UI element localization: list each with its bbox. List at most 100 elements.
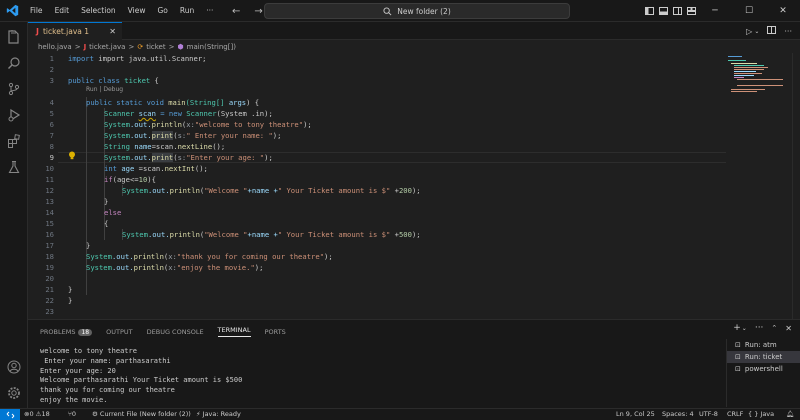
cursor-position[interactable]: Ln 9, Col 25 xyxy=(616,409,655,420)
forward-arrow-icon[interactable]: → xyxy=(254,6,262,17)
code-token: print xyxy=(151,131,174,140)
code-editor[interactable]: 1 import import java.util.Scanner; 2 3 pub… xyxy=(28,53,726,319)
code-token: .out. xyxy=(147,230,170,239)
tab-problems[interactable]: PROBLEMS 18 xyxy=(40,328,93,336)
indentation-status[interactable]: Spaces: 4 xyxy=(662,409,694,420)
new-terminal-plus-icon[interactable]: + xyxy=(733,323,741,333)
debug-icon: ⚙ xyxy=(92,410,98,418)
code-line: int age =scan.nextInt(); xyxy=(104,163,208,174)
toggle-secondary-sidebar-icon[interactable] xyxy=(670,0,684,22)
close-window-button[interactable]: ✕ xyxy=(766,0,800,22)
line-number: 21 xyxy=(45,285,54,294)
notifications-bell-icon[interactable]: 🔔︎ xyxy=(786,409,794,420)
source-control-icon[interactable] xyxy=(0,76,28,102)
terminal-dropdown-icon[interactable]: ⌄ xyxy=(742,325,747,332)
code-line: String name=scan.nextLine(); xyxy=(104,141,225,152)
terminal-item-powershell[interactable]: ⊡ powershell xyxy=(727,363,800,375)
terminal-output[interactable]: welcome to tony theatre Enter your name:… xyxy=(40,347,242,406)
toggle-panel-icon[interactable] xyxy=(656,0,670,22)
search-icon[interactable] xyxy=(0,50,28,76)
maximize-panel-icon[interactable]: ⌃ xyxy=(771,324,777,332)
menu-selection[interactable]: Selection xyxy=(75,0,122,22)
menu-run[interactable]: Run xyxy=(174,0,200,22)
java-status[interactable]: ⚡ Java: Ready xyxy=(196,409,241,420)
line-number: 18 xyxy=(45,252,54,261)
code-token: (); xyxy=(212,142,226,151)
tab-output[interactable]: OUTPUT xyxy=(106,328,133,336)
code-line: Scanner scan = new Scanner(System .in); xyxy=(104,108,273,119)
menu-file[interactable]: File xyxy=(24,0,49,22)
code-line: System.out.println(x:"welcome to tony th… xyxy=(104,119,312,130)
code-line: } xyxy=(68,285,73,294)
code-line: { xyxy=(104,219,109,228)
line-number: 1 xyxy=(49,54,54,63)
minimize-button[interactable]: ─ xyxy=(698,0,732,22)
run-dropdown-icon[interactable]: ⌄ xyxy=(754,28,759,35)
terminal-item-run-ticket[interactable]: ⊡ Run: ticket xyxy=(727,351,800,363)
java-status-label: Java: Ready xyxy=(202,410,241,418)
ports-status[interactable]: ⑂0 xyxy=(68,409,76,420)
explorer-icon[interactable] xyxy=(0,24,28,50)
customize-layout-icon[interactable] xyxy=(684,0,698,22)
run-java-icon[interactable]: ▷ xyxy=(746,27,752,36)
toggle-primary-sidebar-icon[interactable] xyxy=(642,0,656,22)
encoding-status[interactable]: UTF-8 xyxy=(699,409,718,420)
run-config-status[interactable]: ⚙ Current File (New folder (2)) xyxy=(92,409,191,420)
code-token: nextInt xyxy=(164,164,195,173)
breadcrumb-separator: > xyxy=(168,42,175,51)
terminal-item-run-atm[interactable]: ⊡ Run: atm xyxy=(727,339,800,351)
terminal-item-label: powershell xyxy=(744,365,783,373)
code-token: " Your Ticket amount is $" xyxy=(277,186,391,195)
run-config-label: Current File (New folder (2)) xyxy=(99,410,191,418)
maximize-button[interactable]: ☐ xyxy=(732,0,766,22)
line-number: 4 xyxy=(49,98,54,107)
language-mode[interactable]: { } Java xyxy=(748,409,774,420)
tab-terminal[interactable]: TERMINAL xyxy=(217,326,251,337)
terminal-icon: ⊡ xyxy=(735,365,741,373)
code-token: .out. xyxy=(111,263,134,272)
account-icon[interactable] xyxy=(0,354,28,380)
import-text: import java.util.Scanner; xyxy=(98,54,207,63)
extensions-icon[interactable] xyxy=(0,128,28,154)
minimap[interactable] xyxy=(726,53,792,319)
code-token: ticket xyxy=(124,76,151,85)
menu-bar: File Edit Selection View Go Run ··· xyxy=(24,0,219,22)
code-token: x: xyxy=(186,120,195,129)
menu-more[interactable]: ··· xyxy=(200,0,219,22)
code-token: +name + xyxy=(247,230,278,239)
code-token: Scanner xyxy=(186,109,217,118)
editor-scrollbar[interactable] xyxy=(792,53,800,319)
menu-edit[interactable]: Edit xyxy=(49,0,76,22)
run-debug-icon[interactable] xyxy=(0,102,28,128)
menu-view[interactable]: View xyxy=(122,0,152,22)
tab-ports[interactable]: PORTS xyxy=(265,328,286,336)
breadcrumb-hello-java[interactable]: hello.java xyxy=(38,43,72,51)
split-editor-icon[interactable] xyxy=(767,26,777,36)
more-actions-icon[interactable]: ··· xyxy=(755,323,764,333)
back-arrow-icon[interactable]: ← xyxy=(232,6,240,17)
remote-indicator-icon[interactable] xyxy=(0,409,20,420)
breadcrumb-class[interactable]: ticket xyxy=(146,43,165,51)
code-token: "Enter your age: " xyxy=(186,153,265,162)
menu-go[interactable]: Go xyxy=(151,0,173,22)
error-count: 0 xyxy=(29,410,34,418)
settings-gear-icon[interactable] xyxy=(0,380,28,406)
code-token: Scanner xyxy=(104,109,135,118)
run-debug-codelens[interactable]: Run | Debug xyxy=(86,86,123,93)
breadcrumb-ticket-java[interactable]: ticket.java xyxy=(89,43,125,51)
more-actions-icon[interactable]: ··· xyxy=(784,27,792,36)
problems-status[interactable]: ⊗0 ⚠18 xyxy=(24,409,50,420)
code-token: =scan. xyxy=(134,164,165,173)
close-tab-icon[interactable]: ✕ xyxy=(109,27,116,36)
code-token: ); xyxy=(264,153,273,162)
command-center[interactable]: New folder (2) xyxy=(264,3,570,19)
code-token: public static void xyxy=(86,98,164,107)
tab-debug-console[interactable]: DEBUG CONSOLE xyxy=(147,328,204,336)
close-panel-icon[interactable]: ✕ xyxy=(785,324,792,333)
eol-status[interactable]: CRLF xyxy=(727,409,743,420)
breadcrumb-method[interactable]: main(String[]) xyxy=(187,43,236,51)
code-token: ); xyxy=(324,252,333,261)
breadcrumb-separator: > xyxy=(128,42,135,51)
tab-ticket-java[interactable]: J ticket.java 1 ✕ xyxy=(28,22,122,40)
testing-flask-icon[interactable] xyxy=(0,154,28,180)
